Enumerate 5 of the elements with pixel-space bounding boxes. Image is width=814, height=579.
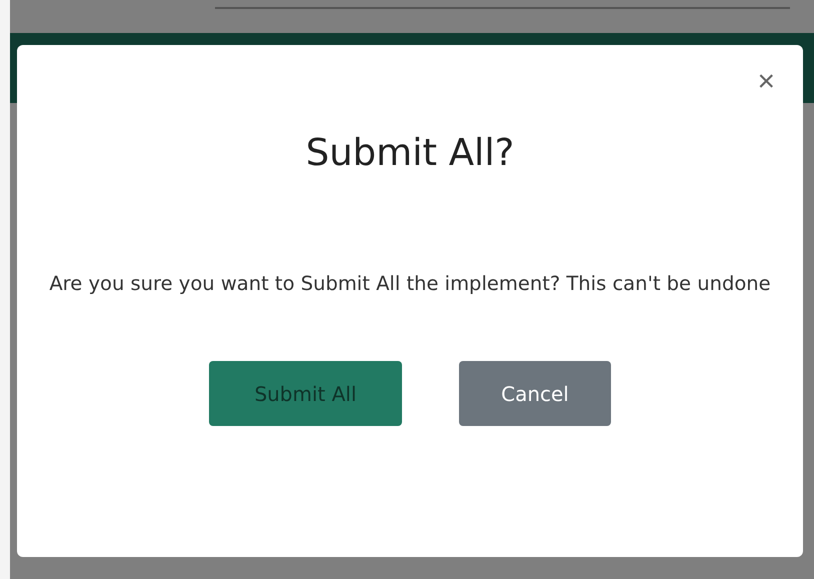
cancel-button[interactable]: Cancel [459, 361, 611, 426]
dialog-title: Submit All? [306, 131, 514, 176]
dialog-message: Are you sure you want to Submit All the implement? This can't be undone [49, 271, 771, 298]
close-button[interactable]: × [753, 65, 779, 99]
submit-button[interactable]: Submit All [209, 361, 402, 426]
